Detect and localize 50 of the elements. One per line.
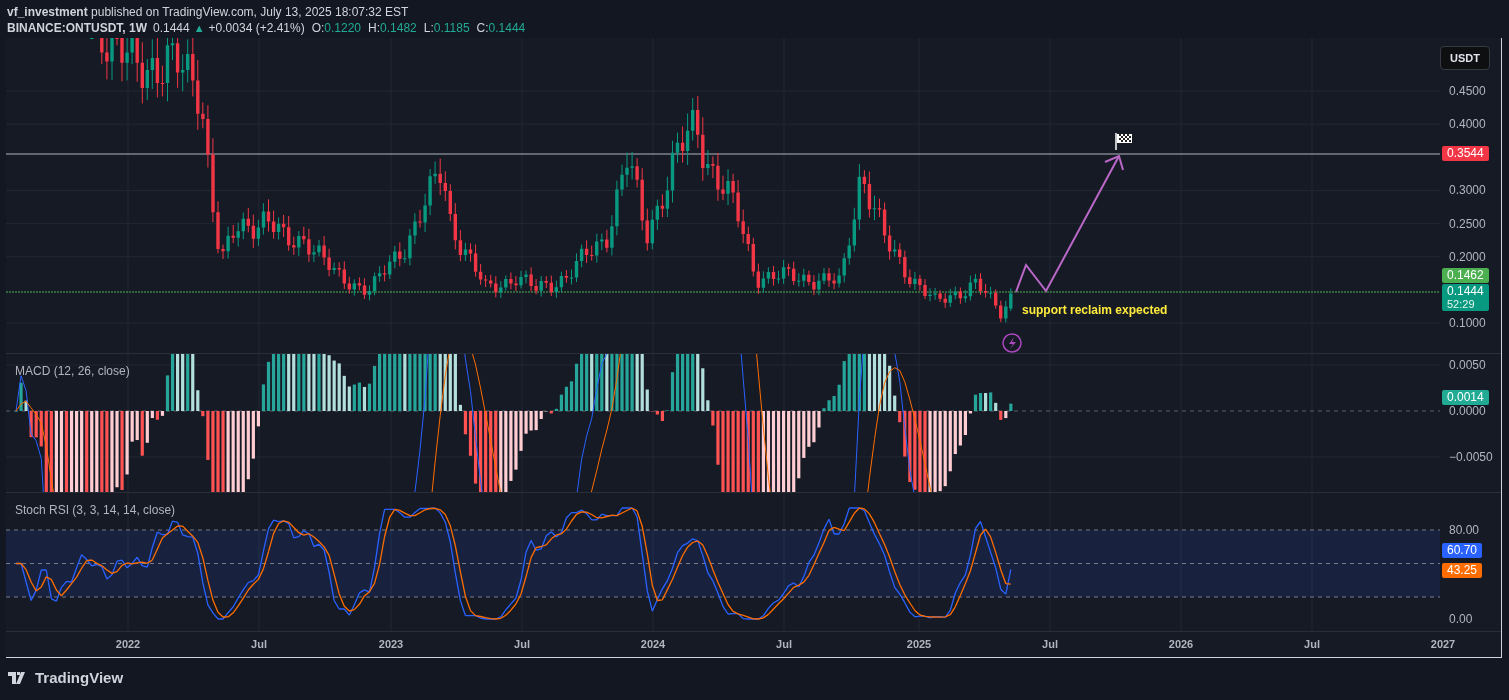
time-label: 2022 bbox=[115, 638, 141, 650]
currency-button[interactable]: USDT bbox=[1440, 46, 1490, 70]
value-tag: 0.0014 bbox=[1442, 390, 1489, 405]
time-label: Jul bbox=[514, 638, 530, 650]
axis-label: 0.3000 bbox=[1449, 182, 1486, 199]
time-label: 2025 bbox=[906, 638, 932, 650]
time-label: 2026 bbox=[1168, 638, 1194, 650]
axis-label: 0.2000 bbox=[1449, 248, 1486, 265]
price-label: 0.1444 bbox=[1447, 285, 1484, 298]
axis-label: 0.0050 bbox=[1449, 357, 1486, 373]
time-label: 2023 bbox=[378, 638, 404, 650]
price-label: 0.3544 bbox=[1447, 147, 1484, 160]
time-label: 2024 bbox=[640, 638, 666, 650]
value-tag: 43.25 bbox=[1442, 563, 1483, 578]
price-change: +0.0034 (+2.41%) bbox=[208, 20, 305, 36]
ohlc-value: 0.1482 bbox=[380, 21, 417, 35]
ohlc-value: 0.1444 bbox=[488, 21, 526, 35]
axis-label: 80.00 bbox=[1449, 522, 1480, 538]
change-arrow: ▲ bbox=[193, 21, 205, 36]
time-label: Jul bbox=[1304, 638, 1320, 650]
axis-label: 0.00 bbox=[1449, 611, 1473, 627]
axis-label: 0.1000 bbox=[1449, 315, 1486, 332]
axis-label: −0.0050 bbox=[1449, 449, 1493, 465]
publish-info: published on TradingView.com, July 13, 2025 18:07:32 EST bbox=[91, 5, 409, 19]
value-tag: 60.70 bbox=[1442, 543, 1483, 558]
ohlc-label: C: bbox=[476, 21, 489, 35]
ohlc-label: L: bbox=[423, 21, 434, 35]
ohlc-value: 0.1220 bbox=[324, 21, 362, 35]
last-price: 0.1444 bbox=[153, 20, 190, 36]
price-label: 0.1462 bbox=[1447, 269, 1484, 282]
time-label: Jul bbox=[251, 638, 267, 650]
author-name[interactable]: vf_investment bbox=[7, 5, 88, 19]
flag-icon bbox=[1115, 132, 1132, 151]
time-label: Jul bbox=[776, 638, 792, 650]
annotation-text: support reclaim expected bbox=[1022, 303, 1168, 317]
ohlc-value: 0.1185 bbox=[433, 21, 470, 35]
time-label: 2027 bbox=[1430, 638, 1456, 650]
brand-name: TradingView bbox=[35, 669, 124, 686]
axis-label: 0.0000 bbox=[1449, 403, 1486, 419]
axis-label: 0.4000 bbox=[1449, 116, 1486, 133]
symbol-label: BINANCE:ONTUSDT, 1W bbox=[7, 20, 147, 36]
indicator-title: Stoch RSI (3, 3, 14, 14, close) bbox=[15, 503, 176, 517]
ohlc-label: H: bbox=[368, 21, 381, 35]
indicator-title: MACD (12, 26, close) bbox=[15, 364, 130, 378]
axis-label: 0.4500 bbox=[1449, 83, 1486, 99]
time-label: Jul bbox=[1042, 638, 1058, 650]
axis-label: 0.2500 bbox=[1449, 215, 1486, 232]
lightning-icon bbox=[1002, 333, 1022, 353]
countdown-label: 52:29 bbox=[1447, 298, 1476, 310]
ohlc-label: O: bbox=[311, 21, 325, 35]
